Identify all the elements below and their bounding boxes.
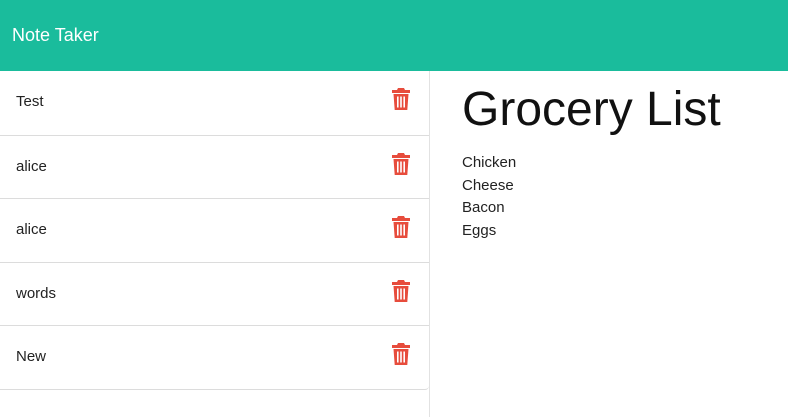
list-item[interactable]: New: [0, 325, 429, 389]
navbar: Note Taker: [0, 0, 788, 71]
trash-icon[interactable]: [392, 216, 410, 238]
note-editor: Chicken Cheese Bacon Eggs: [462, 80, 772, 400]
list-item[interactable]: alice: [0, 134, 429, 199]
list-item[interactable]: Test: [0, 71, 429, 135]
trash-icon[interactable]: [392, 152, 410, 175]
list-item[interactable]: words: [0, 261, 429, 326]
note-title[interactable]: New: [16, 348, 46, 366]
note-title-input[interactable]: [462, 80, 772, 140]
app-title[interactable]: Note Taker: [12, 24, 99, 46]
trash-icon[interactable]: [392, 343, 410, 365]
note-title[interactable]: alice: [16, 221, 47, 239]
note-title[interactable]: alice: [16, 158, 47, 176]
note-text-area[interactable]: Chicken Cheese Bacon Eggs: [462, 152, 772, 352]
trash-icon[interactable]: [392, 88, 410, 110]
note-title[interactable]: words: [16, 285, 56, 303]
list-item[interactable]: alice: [0, 198, 429, 262]
trash-icon[interactable]: [392, 279, 410, 302]
note-list: Test alice alice words New: [0, 71, 429, 390]
note-sidebar: Test alice alice words New: [0, 71, 430, 417]
note-title[interactable]: Test: [16, 93, 44, 111]
